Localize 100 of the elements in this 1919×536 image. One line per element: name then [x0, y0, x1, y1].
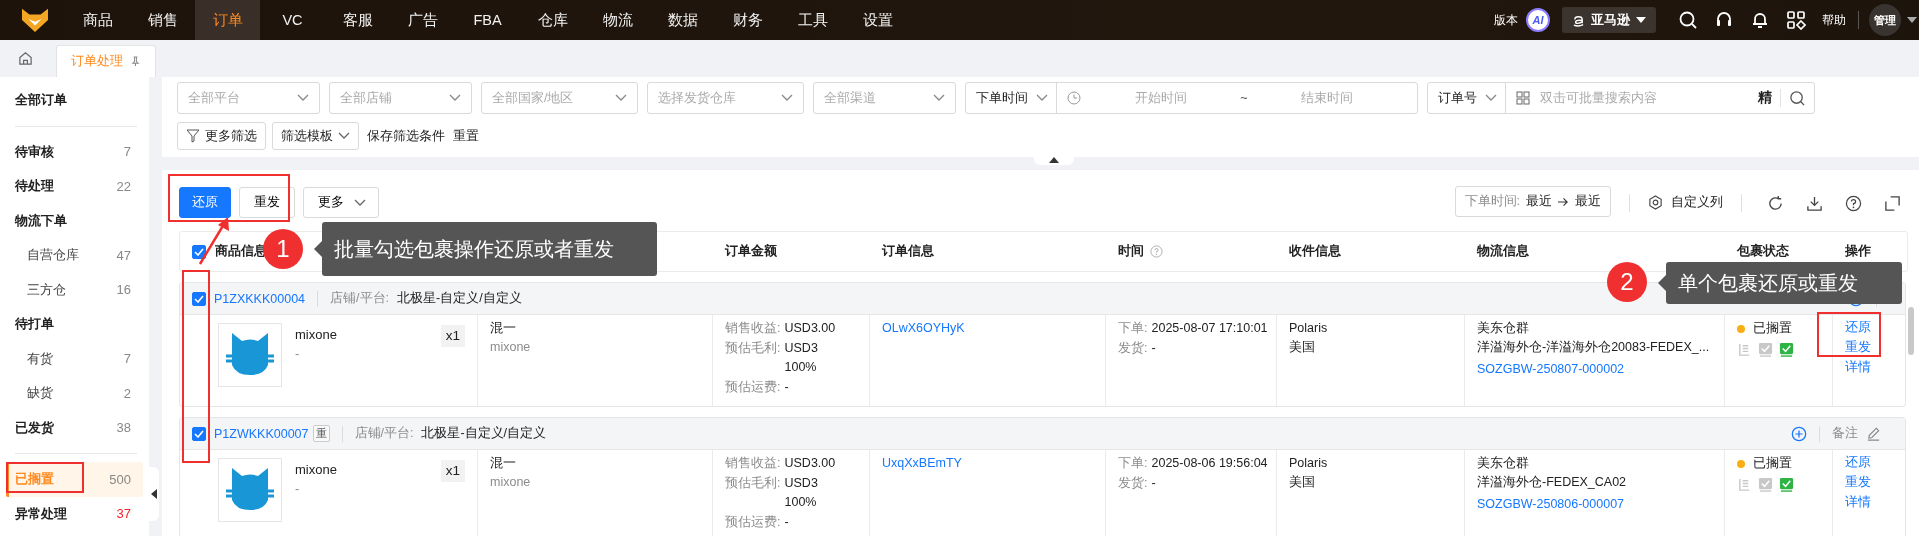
- highlight-frame: [1817, 312, 1881, 357]
- apps-grid-icon[interactable]: [1786, 10, 1806, 30]
- sidebar-item[interactable]: 异常处理 37: [0, 496, 143, 531]
- search-icon[interactable]: [1678, 10, 1698, 30]
- shop-label: 店铺/平台:: [330, 290, 389, 307]
- action-link[interactable]: 详情: [1845, 492, 1871, 512]
- row-checkbox[interactable]: [192, 426, 206, 441]
- restore-button[interactable]: 还原: [179, 187, 231, 218]
- sidebar-item[interactable]: 全部订单: [0, 83, 143, 118]
- collapse-handle[interactable]: [149, 467, 159, 521]
- order-id-link[interactable]: UxqXxBEmTY: [882, 454, 962, 473]
- version-link[interactable]: 版本: [1494, 11, 1518, 29]
- add-circle-icon[interactable]: [1791, 425, 1807, 442]
- time-label: 下单:: [1118, 320, 1148, 337]
- filter-template-dropdown[interactable]: 筛选模板: [272, 122, 359, 150]
- fox-logo-icon[interactable]: [20, 7, 50, 33]
- resend-button[interactable]: 重发: [239, 187, 295, 218]
- sidebar-item[interactable]: 有货 7: [0, 341, 143, 376]
- download-icon[interactable]: [1806, 195, 1823, 212]
- order-number-link[interactable]: P1ZXKKK00004: [214, 291, 306, 306]
- more-filters-button[interactable]: 更多筛选: [177, 122, 266, 150]
- pencil-icon[interactable]: [1866, 426, 1881, 441]
- column-header: 包裹状态: [1737, 243, 1789, 260]
- sidebar-item[interactable]: 自营仓库 47: [0, 238, 143, 273]
- settings-icon: [1648, 195, 1663, 210]
- customize-columns-button[interactable]: 自定义列: [1648, 188, 1723, 217]
- column-header: 操作: [1845, 243, 1871, 260]
- nav-tab[interactable]: 订单: [195, 0, 260, 40]
- sidebar-item[interactable]: 物流下单: [0, 203, 143, 238]
- nav-tab[interactable]: FBA: [455, 0, 520, 40]
- amount-label: 预估毛利:: [725, 339, 781, 357]
- action-link[interactable]: 重发: [1845, 337, 1871, 357]
- user-avatar[interactable]: 管理: [1869, 4, 1901, 36]
- action-link[interactable]: 详情: [1845, 357, 1871, 377]
- tracking-link[interactable]: SOZGBW-250807-000002: [1477, 360, 1625, 379]
- sidebar-item[interactable]: 缺货 2: [0, 376, 143, 411]
- action-link[interactable]: 还原: [1845, 317, 1871, 337]
- row-checkbox[interactable]: [192, 291, 206, 306]
- nav-tab[interactable]: 客服: [325, 0, 390, 40]
- chevron-down-icon: [449, 94, 461, 102]
- nav-tab[interactable]: 财务: [715, 0, 780, 40]
- sidebar-item[interactable]: 待打单: [0, 307, 143, 342]
- amount-value: -: [784, 513, 789, 531]
- more-dropdown[interactable]: 更多: [303, 187, 379, 218]
- sidebar-item[interactable]: 待处理 22: [0, 169, 143, 204]
- scrollbar-thumb[interactable]: [1908, 307, 1914, 355]
- fullscreen-icon[interactable]: [1884, 195, 1901, 212]
- ai-badge[interactable]: AI: [1526, 8, 1550, 32]
- sidebar-item[interactable]: 已发货 38: [0, 410, 143, 445]
- search-field[interactable]: 双击可批量搜索内容: [1538, 90, 1702, 106]
- shipping-channel: 洋溢海外仓-FEDEX_CA02: [1477, 474, 1627, 491]
- save-filter-link[interactable]: 保存筛选条件: [367, 127, 445, 145]
- chevron-down-icon: [1485, 94, 1497, 102]
- variant-sku: mixone: [490, 474, 531, 491]
- bell-icon[interactable]: [1750, 10, 1770, 30]
- time-value: -: [1151, 339, 1156, 357]
- recipient-name: Polaris: [1289, 320, 1328, 337]
- nav-tab[interactable]: 设置: [845, 0, 910, 40]
- quantity-badge: x1: [440, 460, 465, 482]
- sidebar-item[interactable]: 待审核 7: [0, 134, 143, 169]
- platform-dropdown[interactable]: 亚马逊: [1562, 7, 1656, 33]
- chevron-down-icon: [338, 132, 350, 140]
- action-link[interactable]: 还原: [1845, 452, 1871, 472]
- nav-tab[interactable]: 广告: [390, 0, 455, 40]
- nav-tab[interactable]: 工具: [780, 0, 845, 40]
- collapse-filter-tab[interactable]: [1034, 155, 1074, 165]
- nav-tab[interactable]: VC: [260, 0, 325, 40]
- status-label: 已搁置: [1753, 320, 1792, 337]
- order-id-link[interactable]: OLwX6OYHyK: [882, 319, 965, 338]
- sort-selector[interactable]: 下单时间: 最近 最近: [1454, 186, 1611, 217]
- refresh-icon[interactable]: [1767, 195, 1784, 212]
- nav-tab[interactable]: 物流: [585, 0, 650, 40]
- nav-tab[interactable]: 仓库: [520, 0, 585, 40]
- amount-value: -: [784, 378, 789, 396]
- column-header: 收件信息: [1289, 243, 1341, 260]
- search-icon: [1789, 89, 1806, 107]
- chevron-down-icon: [781, 94, 793, 102]
- caret-down-icon[interactable]: [1907, 17, 1917, 23]
- order-number-link[interactable]: P1ZWKKK00007: [214, 426, 309, 441]
- sidebar-item[interactable]: 三方仓 16: [0, 272, 143, 307]
- nav-tab[interactable]: 数据: [650, 0, 715, 40]
- help-icon[interactable]: [1845, 195, 1862, 212]
- action-link[interactable]: 重发: [1845, 472, 1871, 492]
- pin-icon[interactable]: [130, 56, 141, 67]
- nav-tab[interactable]: 销售: [130, 0, 195, 40]
- select-all-checkbox[interactable]: [192, 244, 206, 259]
- pointer-arrow: [198, 217, 229, 265]
- column-header: 时间: [1118, 243, 1144, 260]
- exact-match-toggle[interactable]: 精: [1750, 89, 1781, 107]
- amount-label: 销售收益:: [725, 455, 781, 472]
- reset-link[interactable]: 重置: [453, 127, 479, 145]
- help-link[interactable]: 帮助: [1822, 11, 1846, 29]
- time-label: 发货:: [1118, 339, 1148, 357]
- amount-label: 预估毛利:: [725, 474, 781, 492]
- nav-tab[interactable]: 商品: [65, 0, 130, 40]
- tracking-link[interactable]: SOZGBW-250806-000007: [1477, 495, 1625, 514]
- product-name: mixone: [295, 326, 337, 344]
- variant-sku: mixone: [490, 339, 531, 356]
- chevron-down-icon: [297, 94, 309, 102]
- search-type-select[interactable]: 订单号: [1428, 83, 1506, 113]
